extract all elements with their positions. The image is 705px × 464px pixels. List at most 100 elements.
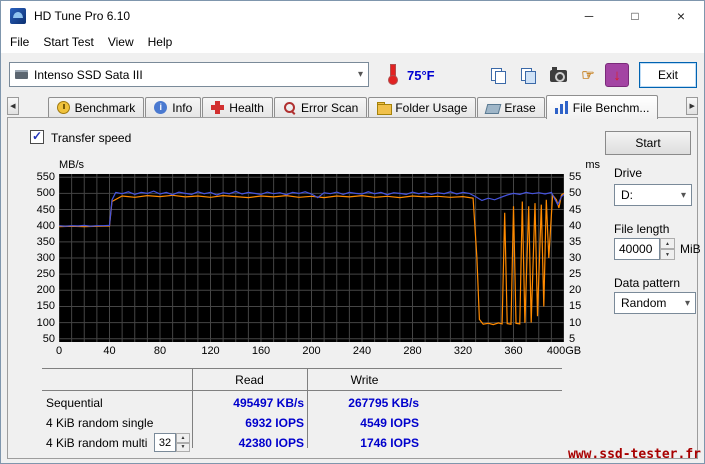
- drive-combobox[interactable]: Intenso SSD Sata III ▾: [9, 62, 369, 87]
- queue-depth-spinner[interactable]: 32 ▲ ▼: [154, 433, 190, 452]
- spinner-up-button[interactable]: ▲: [660, 238, 675, 249]
- hand-icon: ☞: [581, 66, 595, 84]
- window-title: HD Tune Pro 6.10: [34, 9, 131, 23]
- axis-tick-label: 450: [36, 203, 55, 216]
- chart-plot: [59, 174, 564, 342]
- results-divider: [42, 390, 562, 391]
- menu-view[interactable]: View: [101, 32, 141, 52]
- axis-tick-label: 10: [569, 316, 582, 329]
- axis-tick-label: 300: [36, 252, 55, 264]
- maximize-icon: □: [631, 8, 639, 23]
- axis-tick-label: 0: [55, 345, 63, 357]
- axis-tick-label: 360: [504, 345, 523, 357]
- copy-image-button[interactable]: [515, 63, 541, 88]
- axis-tick-label: 350: [36, 235, 55, 248]
- spinner-down-button[interactable]: ▼: [176, 442, 190, 452]
- spinner-down-icon: ▼: [180, 444, 186, 451]
- queue-depth-value: 32: [154, 433, 176, 452]
- magnifier-icon: [283, 101, 296, 114]
- axis-tick-label: 150: [36, 300, 55, 313]
- axis-tick-label: 200: [302, 345, 321, 357]
- transfer-speed-checkbox[interactable]: ✓: [30, 129, 44, 144]
- copy-text-button[interactable]: [485, 63, 511, 88]
- axis-tick-label: 500: [36, 187, 55, 200]
- chevron-down-icon: ▾: [680, 189, 686, 201]
- spinner-up-button[interactable]: ▲: [176, 433, 190, 443]
- start-button[interactable]: Start: [605, 131, 691, 155]
- watermark: www.ssd-tester.fr: [567, 447, 701, 462]
- results-divider: [42, 368, 562, 369]
- y-axis-left: 550 500 450 400 350 300 250 200 150 100 50: [24, 171, 55, 345]
- close-button[interactable]: ×: [658, 1, 704, 30]
- tabbar: ◀ Benchmark Info Health Error Scan Folde…: [7, 95, 698, 119]
- menu-file[interactable]: File: [3, 32, 36, 52]
- minimize-icon: ─: [584, 8, 594, 23]
- screenshot-button[interactable]: [545, 63, 571, 88]
- axis-tick-label: 400GB: [546, 345, 582, 357]
- menu-start-test[interactable]: Start Test: [36, 32, 100, 52]
- y-axis-right: 55 50 45 40 35 30 25 20 15 10 5: [569, 171, 599, 345]
- minimize-button[interactable]: ─: [566, 1, 612, 30]
- tab-erase[interactable]: Erase: [477, 97, 545, 117]
- axis-tick-label: 20: [569, 284, 582, 297]
- app-icon: [10, 8, 26, 24]
- tab-scroll-left[interactable]: ◀: [7, 97, 19, 115]
- data-pattern-label: Data pattern: [614, 276, 681, 290]
- axis-tick-label: 35: [569, 235, 582, 248]
- tab-info[interactable]: Info: [145, 97, 202, 117]
- file-length-value: 40000: [619, 242, 653, 256]
- menu-help[interactable]: Help: [141, 32, 180, 52]
- drive-label: Drive: [614, 166, 643, 180]
- axis-tick-label: 80: [153, 345, 167, 357]
- tab-label: Health: [229, 100, 264, 115]
- tab-benchmark[interactable]: Benchmark: [47, 97, 145, 117]
- tab-error-scan[interactable]: Error Scan: [273, 97, 368, 117]
- copy-icon: [491, 67, 506, 84]
- results-read-value: 6932 IOPS: [245, 416, 304, 430]
- axis-tick-label: 15: [569, 300, 582, 313]
- results-header-read: Read: [235, 373, 264, 387]
- health-cross-icon: [211, 101, 225, 114]
- data-pattern-value: Random: [621, 296, 667, 310]
- tab-file-benchmark[interactable]: File Benchm...: [545, 95, 659, 119]
- results-read-value: 495497 KB/s: [233, 396, 304, 410]
- data-pattern-combobox[interactable]: Random ▾: [614, 292, 696, 314]
- temperature-value: 75°F: [407, 68, 435, 83]
- thermometer-icon: [385, 64, 399, 85]
- drive-letter-combobox[interactable]: D: ▾: [614, 184, 692, 206]
- camera-icon: [549, 67, 567, 82]
- results-row-label: 4 KiB random single: [46, 416, 154, 430]
- axis-tick-label: 240: [352, 345, 372, 357]
- tab-folder-usage[interactable]: Folder Usage: [368, 97, 477, 117]
- tab-label: Info: [172, 100, 193, 115]
- axis-tick-label: 100: [36, 316, 55, 329]
- toolbar: Intenso SSD Sata III ▾ 75°F ☞ ↓ Exit: [1, 53, 704, 95]
- y-axis-unit-left: MB/s: [59, 159, 85, 171]
- spinner-up-icon: ▲: [665, 240, 670, 247]
- axis-tick-label: 40: [103, 345, 116, 357]
- file-length-spinner: ▲ ▼: [660, 238, 675, 260]
- file-length-input[interactable]: 40000: [614, 238, 660, 260]
- drive-letter-value: D:: [621, 188, 633, 202]
- axis-tick-label: 25: [569, 268, 582, 281]
- tab-health[interactable]: Health: [202, 97, 273, 117]
- tab-label: Folder Usage: [395, 100, 468, 115]
- tab-scroll-right[interactable]: ▶: [686, 97, 698, 115]
- results-write-value: 1746 IOPS: [360, 436, 419, 450]
- tab-label: Erase: [504, 100, 536, 115]
- axis-tick-label: 55: [569, 171, 582, 184]
- axis-tick-label: 280: [403, 345, 422, 357]
- axis-tick-label: 40: [569, 219, 582, 232]
- axis-tick-label: 320: [453, 345, 473, 357]
- maximize-button[interactable]: □: [612, 1, 658, 30]
- results-write-value: 267795 KB/s: [348, 396, 419, 410]
- exit-button[interactable]: Exit: [639, 62, 697, 88]
- file-length-unit: MiB: [680, 242, 701, 256]
- results-header-write: Write: [350, 373, 379, 387]
- pointer-button[interactable]: ☞: [575, 63, 601, 88]
- spinner-down-button[interactable]: ▼: [660, 249, 675, 260]
- chevron-down-icon: ▾: [684, 297, 690, 309]
- results-row-label: 4 KiB random multi: [46, 436, 148, 450]
- axis-tick-label: 160: [251, 345, 271, 357]
- save-results-button[interactable]: ↓: [605, 63, 629, 87]
